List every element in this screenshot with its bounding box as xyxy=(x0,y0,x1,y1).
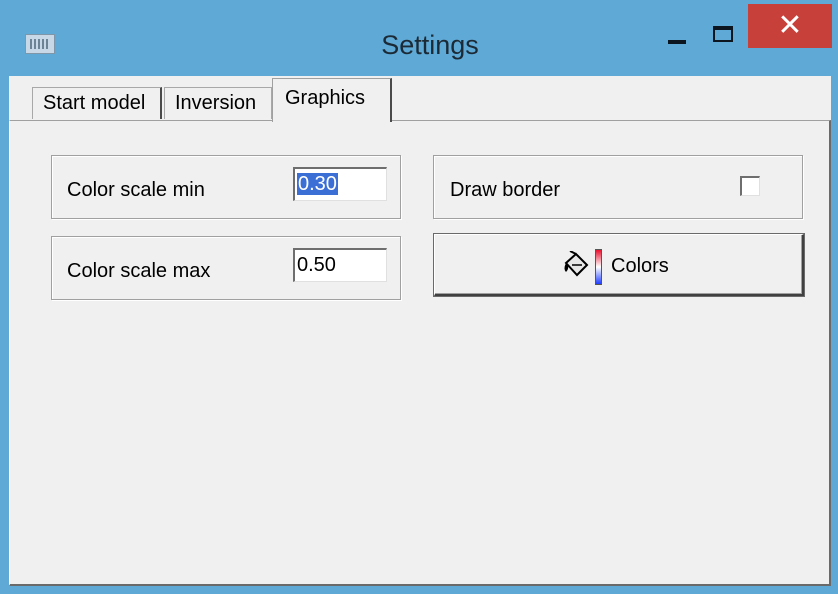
color-scale-min-group: Color scale min 0.30 xyxy=(51,155,401,219)
color-scale-max-label: Color scale max xyxy=(67,260,211,282)
color-gradient-icon xyxy=(595,249,602,285)
tab-inversion[interactable]: Inversion xyxy=(164,87,272,119)
tab-start-model[interactable]: Start model xyxy=(32,87,162,119)
colors-button[interactable]: Colors xyxy=(434,234,804,296)
color-scale-max-input[interactable]: 0.50 xyxy=(293,248,387,282)
draw-border-checkbox[interactable] xyxy=(740,176,760,196)
draw-border-label: Draw border xyxy=(450,179,561,201)
color-scale-min-value: 0.30 xyxy=(297,173,338,195)
minimize-icon xyxy=(668,40,686,44)
draw-border-group: Draw border xyxy=(433,155,803,219)
tab-strip: Start model Inversion Graphics xyxy=(9,76,831,122)
tab-graphics[interactable]: Graphics xyxy=(272,78,392,122)
colors-button-label: Colors xyxy=(611,255,669,277)
color-scale-min-label: Color scale min xyxy=(67,179,205,201)
paint-bucket-icon xyxy=(564,251,589,277)
settings-window: Settings ✕ Start model Inversion Graphic… xyxy=(0,0,838,594)
close-button[interactable]: ✕ xyxy=(748,4,832,48)
maximize-icon xyxy=(713,26,733,42)
color-scale-max-group: Color scale max 0.50 xyxy=(51,236,401,300)
close-icon: ✕ xyxy=(777,8,803,43)
color-scale-min-input[interactable]: 0.30 xyxy=(293,167,387,201)
graphics-tab-page: Color scale min 0.30 Color scale max 0.5… xyxy=(9,120,831,586)
title-bar[interactable]: Settings ✕ xyxy=(0,0,838,86)
